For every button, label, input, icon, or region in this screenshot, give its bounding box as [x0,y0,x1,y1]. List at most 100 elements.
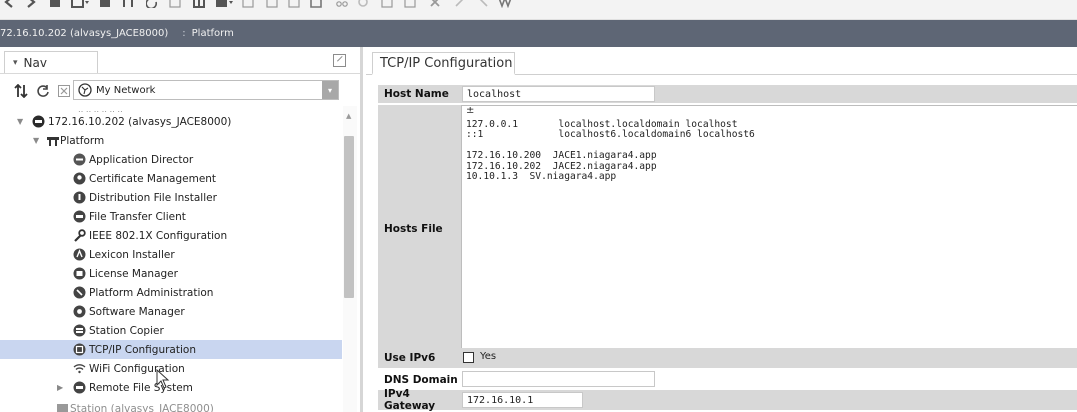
table-icon[interactable] [192,0,206,9]
tab-title: TCP/IP Configuration [380,55,513,71]
network-select[interactable]: My Network ▾ [73,80,339,100]
tree-item-label: Distribution File Installer [89,191,217,204]
path-separator: : [182,28,186,39]
dropdown-arrow-icon[interactable]: ▾ [322,81,338,99]
tree-item-lexicon-installer[interactable]: Lexicon Installer [0,245,342,264]
hierarchy-icon[interactable] [121,0,135,9]
platform-icon [46,134,60,148]
tree-item-label: Software Manager [89,305,185,318]
tree-item-certificate-management[interactable]: Certificate Management [0,169,342,188]
tree-item-file-transfer-client[interactable]: File Transfer Client [0,207,342,226]
dns-domain-field[interactable] [462,371,655,387]
expand-arrow-icon[interactable]: ▼ [33,136,41,145]
dns-domain-label: DNS Domain [384,373,458,386]
tree-item-station-copier[interactable]: Station Copier [0,321,342,340]
nav-tab[interactable]: ▾ Nav [4,51,98,73]
nav-title: Nav [23,55,47,70]
remote-fs-icon [72,381,86,395]
undo-icon[interactable] [356,0,370,9]
tree-item-software-manager[interactable]: Software Manager [0,302,342,321]
edit-icon[interactable] [309,0,323,9]
tree-item-station[interactable]: Station (alvasys_JACE8000) [0,399,342,412]
save-icon[interactable] [98,0,112,9]
back-arrow-icon[interactable] [2,0,16,9]
tree-item-application-director[interactable]: Application Director [0,150,342,169]
home-icon[interactable] [48,0,62,9]
tree-item-label: Lexicon Installer [89,248,175,261]
grid-dropdown-icon[interactable] [70,0,92,9]
tree-item-label: TCP/IP Configuration [89,343,196,356]
host-name-label: Host Name [384,88,449,100]
tree-item-label: Platform Administration [89,286,214,299]
copy-icon[interactable] [265,0,279,9]
sort-arrows-icon[interactable] [13,83,29,99]
wifi-icon [72,362,86,376]
tree-item-platform[interactable]: ▼ Platform [0,131,342,150]
tree-item-license-manager[interactable]: License Manager [0,264,342,283]
restore-window-icon[interactable] [333,54,346,67]
ipv4-gateway-field[interactable]: 172.16.10.1 [462,392,583,408]
nav-scrollbar[interactable]: ▲ [343,106,357,412]
hosts-file-label: Hosts File [384,222,443,235]
tree-item-tcpip-configuration[interactable]: TCP/IP Configuration [0,340,342,359]
new-icon[interactable] [380,0,394,9]
tree-item-label: Remote File System [89,381,193,394]
wand-icon[interactable] [497,0,513,9]
wrench-icon [72,229,86,243]
scrollbar-thumb[interactable] [344,136,354,298]
forward-arrow-icon[interactable] [24,0,38,9]
nav-collapse-chevron-icon[interactable]: ▾ [13,58,18,68]
delete-icon[interactable] [428,0,442,9]
expand-arrow-icon[interactable]: ▼ [17,117,25,126]
tree-item-ieee-8021x[interactable]: IEEE 802.1X Configuration [0,226,342,245]
tree-item-label: Application Director [89,153,194,166]
tree-item-label: File Transfer Client [89,210,186,223]
tab-tcpip-configuration[interactable]: TCP/IP Configuration [372,52,515,75]
platform-admin-icon [72,286,86,300]
hosts-file-textarea[interactable]: ± 127.0.0.1 localhost.localdomain localh… [461,105,1077,352]
host-name-field[interactable]: localhost [462,86,655,102]
nav-toolbar: My Network ▾ [0,80,360,102]
use-ipv6-label: Use IPv6 [384,352,436,364]
path-bar: 72.16.10.202 (alvasys_JACE8000) : Platfo… [0,20,1077,47]
blank-page-icon[interactable] [241,0,255,9]
tree-item-platform-administration[interactable]: Platform Administration [0,283,342,302]
refresh-tree-icon[interactable] [35,83,51,99]
paste-icon[interactable] [287,0,301,9]
file-transfer-icon [72,210,86,224]
collapsed-arrow-icon[interactable]: ▶ [57,383,65,392]
cut-icon[interactable] [335,0,349,9]
network-select-value: My Network [96,84,156,96]
duplicate-icon[interactable] [403,0,417,9]
tree-item-server[interactable]: ▼ 172.16.10.202 (alvasys_JACE8000) [0,112,342,131]
use-ipv6-checkbox[interactable] [463,352,474,363]
license-icon [72,267,86,281]
path-section[interactable]: Platform [192,28,234,39]
use-ipv6-option-label: Yes [480,351,497,362]
tree-item-label: License Manager [89,267,178,280]
tree-item-distribution-file-installer[interactable]: Distribution File Installer [0,188,342,207]
history-icon[interactable] [168,0,182,9]
nav-header: ▾ Nav [0,51,360,73]
tree-item-label: Station Copier [89,324,164,337]
refresh-icon[interactable] [145,0,159,9]
pointer-icon[interactable] [476,0,490,9]
main-toolbar [0,0,1077,20]
menu-dropdown-icon[interactable] [214,0,236,9]
application-director-icon [72,153,86,167]
close-tree-icon[interactable] [56,83,72,99]
tree-item-label: IEEE 802.1X Configuration [89,229,228,242]
network-globe-icon [78,83,92,97]
pin-icon[interactable]: ± [466,105,474,116]
ipv4-gateway-label: IPv4 Gateway [384,388,436,412]
hosts-file-lines: 127.0.0.1 localhost.localdomain localhos… [466,119,755,183]
nav-panel: ▾ Nav My Network ▾ ‥ ‥ ‥ ‥ ‥ ‥ ▼ 172.16.… [0,47,363,412]
scroll-up-arrow-icon[interactable]: ▲ [346,112,351,120]
tcpip-icon [72,343,86,357]
tcpip-configuration-view: TCP/IP Configuration Host Name localhost… [366,47,1077,412]
certificate-icon [72,172,86,186]
software-manager-icon [72,305,86,319]
tree-item-label: 172.16.10.202 (alvasys_JACE8000) [48,115,232,128]
path-host[interactable]: 72.16.10.202 (alvasys_JACE8000) [0,28,168,39]
redo-icon[interactable] [453,0,467,9]
